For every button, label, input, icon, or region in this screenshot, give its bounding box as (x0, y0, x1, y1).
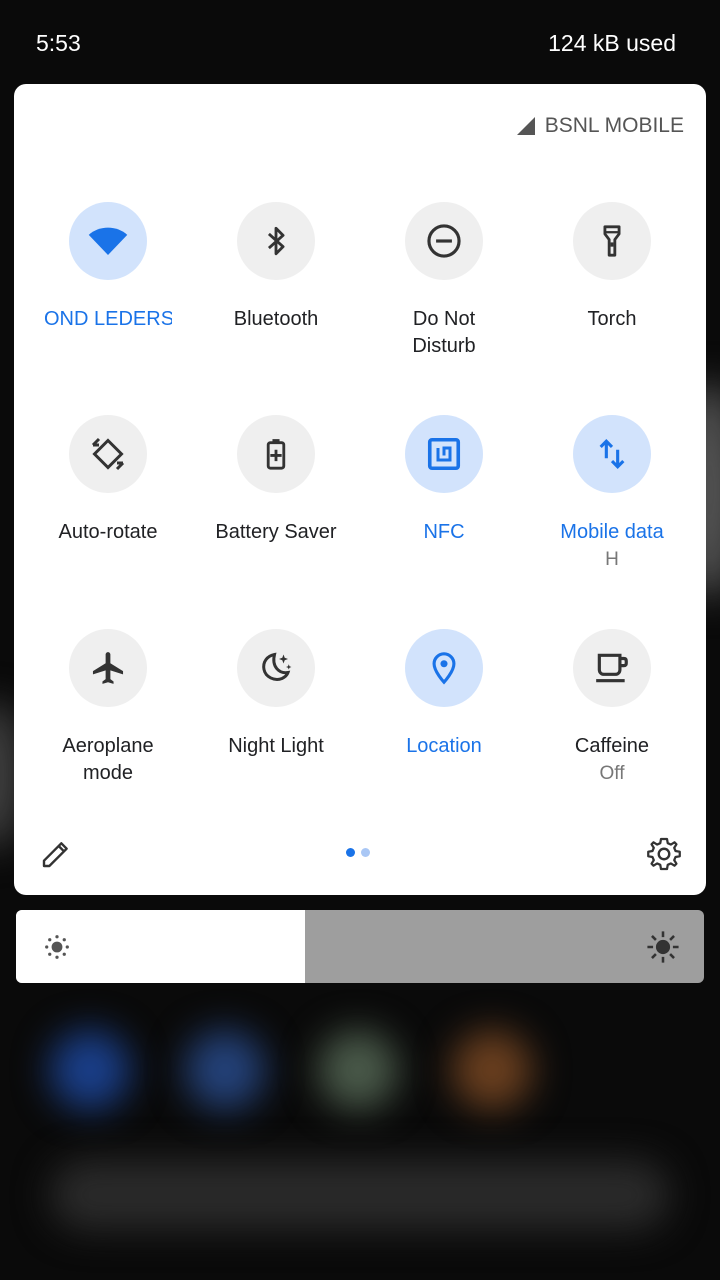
tile-night-light[interactable]: Night Light (192, 629, 360, 760)
bluetooth-button[interactable] (237, 202, 315, 280)
tile-caffeine[interactable]: Caffeine Off (528, 629, 696, 787)
tile-label: Location (406, 735, 482, 757)
caffeine-button[interactable] (573, 629, 651, 707)
brightness-slider[interactable] (16, 910, 704, 983)
tile-do-not-disturb[interactable]: Do Not Disturb (360, 202, 528, 360)
quick-settings-footer (14, 834, 706, 874)
coffee-cup-icon (596, 653, 628, 683)
auto-rotate-icon (91, 437, 125, 471)
tile-aeroplane-mode[interactable]: Aeroplane mode (24, 629, 192, 787)
data-usage: 124 kB used (548, 30, 676, 56)
page-indicator (346, 848, 370, 857)
night-light-icon (262, 652, 292, 681)
pencil-icon[interactable] (40, 838, 72, 870)
airplane-icon (92, 652, 124, 684)
tile-mobile-data[interactable]: Mobile data H (528, 415, 696, 573)
tile-label: Aeroplane mode (62, 735, 154, 784)
tile-auto-rotate[interactable]: Auto-rotate (24, 415, 192, 546)
tile-label: Torch (587, 308, 637, 330)
carrier-info: BSNL MOBILE (515, 114, 684, 138)
tile-battery-saver[interactable]: Battery Saver (192, 415, 360, 546)
tile-label: Mobile data (560, 521, 664, 543)
tile-label: Do Not Disturb (412, 308, 476, 357)
dnd-button[interactable] (405, 202, 483, 280)
do-not-disturb-icon (427, 224, 461, 258)
nfc-button[interactable] (405, 415, 483, 493)
aeroplane-button[interactable] (69, 629, 147, 707)
gear-icon[interactable] (646, 836, 682, 872)
status-bar: 5:53 124 kB used (0, 0, 720, 84)
tile-label: OND LEDERS (44, 308, 172, 330)
tile-location[interactable]: Location (360, 629, 528, 760)
mobile-data-icon (599, 439, 625, 469)
location-icon (432, 652, 456, 685)
tile-label: Auto-rotate (58, 521, 158, 543)
tile-nfc[interactable]: NFC (360, 415, 528, 546)
tile-label: Caffeine (574, 735, 650, 757)
tile-label: Battery Saver (215, 521, 337, 543)
tile-label: Bluetooth (233, 308, 319, 330)
wifi-icon (88, 227, 128, 255)
torch-icon (603, 225, 621, 257)
wifi-button[interactable] (69, 202, 147, 280)
night-light-button[interactable] (237, 629, 315, 707)
mobile-data-button[interactable] (573, 415, 651, 493)
auto-rotate-button[interactable] (69, 415, 147, 493)
page-dot (361, 848, 370, 857)
tile-bluetooth[interactable]: Bluetooth (192, 202, 360, 333)
quick-settings-panel: BSNL MOBILE OND LEDERS Bluetooth Do Not … (14, 84, 706, 895)
signal-icon (516, 117, 535, 135)
battery-saver-icon (266, 439, 286, 470)
status-time: 5:53 (36, 30, 81, 56)
nfc-icon (427, 437, 461, 471)
tile-sub: Off (599, 763, 625, 784)
tile-label: Night Light (228, 735, 324, 757)
page-dot-active (346, 848, 355, 857)
brightness-low-icon (45, 935, 69, 959)
battery-saver-button[interactable] (237, 415, 315, 493)
bluetooth-icon (267, 226, 285, 256)
torch-button[interactable] (573, 202, 651, 280)
tile-torch[interactable]: Torch (528, 202, 696, 333)
tile-label: NFC (423, 521, 465, 543)
tile-sub: H (605, 549, 619, 570)
carrier-name: BSNL MOBILE (544, 114, 684, 137)
tile-wifi[interactable]: OND LEDERS (24, 202, 192, 333)
location-button[interactable] (405, 629, 483, 707)
brightness-high-icon (647, 931, 679, 963)
